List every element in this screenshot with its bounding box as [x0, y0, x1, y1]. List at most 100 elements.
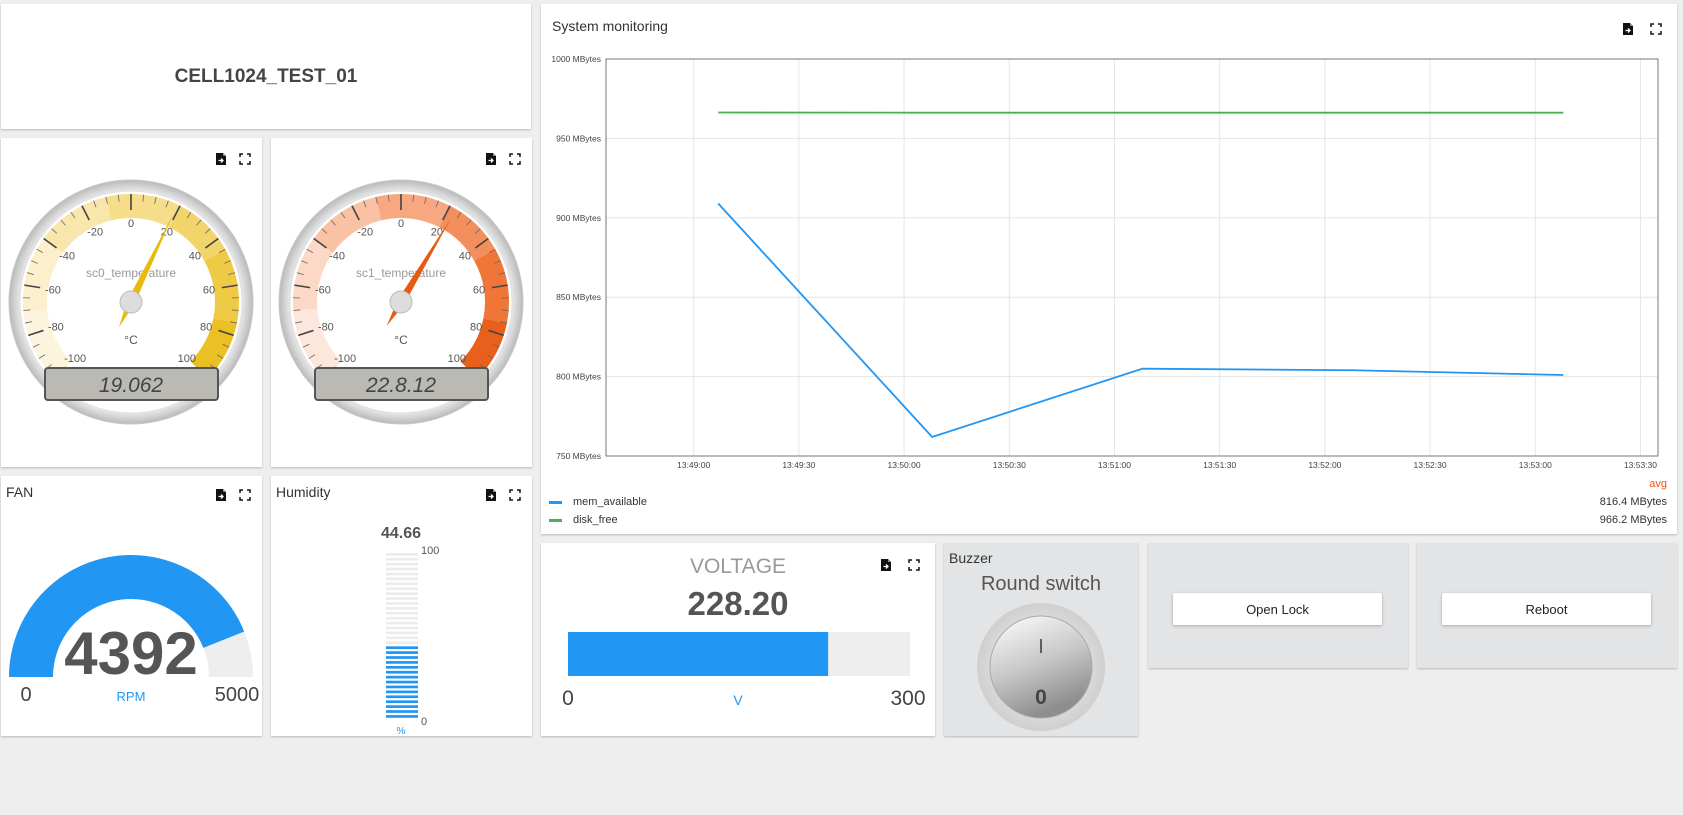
temperature-gauge: -100-80-60-40-20020406080100sc0_temperat… [8, 179, 254, 425]
humidity-segment [386, 665, 418, 669]
voltage-title: VOLTAGE [690, 555, 786, 578]
chart-plot-border [605, 58, 1659, 457]
humidity-segment [386, 572, 418, 576]
legend-swatch [549, 501, 562, 504]
open-lock-button[interactable]: Open Lock [1173, 593, 1382, 625]
humidity-segment [386, 582, 418, 586]
gauge-tick-label: -60 [315, 285, 331, 297]
humidity-segment [386, 626, 418, 630]
x-tick-label: 13:52:00 [1308, 460, 1341, 470]
legend-avg: 816.4 MBytes [1599, 496, 1667, 508]
gauge-minor-tick [231, 309, 239, 311]
legend-item-disk-free[interactable]: disk_free 966.2 MBytes [549, 512, 1667, 530]
x-tick-label: 13:51:30 [1203, 460, 1236, 470]
x-tick-label: 13:52:30 [1414, 460, 1447, 470]
fan-gauge: 4392 0 5000 RPM [9, 555, 259, 706]
humidity-segment [386, 636, 418, 640]
reboot-button[interactable]: Reboot [1442, 593, 1651, 625]
switch-on-mark: I [1038, 636, 1044, 658]
humidity-segment [386, 680, 418, 684]
gauge-unit: °C [124, 333, 138, 347]
humidity-segment [386, 611, 418, 615]
x-tick-label: 13:50:30 [993, 460, 1026, 470]
humidity-unit: % [397, 726, 406, 736]
humidity-segment [386, 592, 418, 595]
humidity-card: Humidity 44.66 100 0 % [271, 476, 532, 736]
legend-item-mem-available[interactable]: mem_available 816.4 MBytes [549, 494, 1667, 512]
fan-value: 4392 [64, 620, 197, 687]
gauge-tick-label: 80 [470, 321, 482, 333]
voltage-card: VOLTAGE 228.20 0 300 V [541, 543, 935, 736]
gauge-tick-label: 0 [398, 218, 404, 230]
humidity-max: 100 [421, 545, 439, 557]
reboot-card: Reboot [1417, 543, 1677, 668]
gauge-label: sc0_temperature [86, 266, 176, 280]
y-tick-label: 1000 MBytes [551, 54, 601, 64]
humidity-segment [386, 553, 418, 556]
humidity-segment [386, 641, 418, 645]
voltage-value: 228.20 [688, 585, 789, 622]
humidity-segment [386, 700, 418, 704]
gauge-unit: °C [394, 333, 408, 347]
humidity-segment [386, 656, 418, 659]
y-tick-label: 850 MBytes [556, 292, 601, 302]
fan-card: FAN 4392 0 5000 RPM [1, 476, 262, 736]
humidity-segment [386, 690, 418, 694]
humidity-segment [386, 710, 418, 713]
gauge-tick-label: 40 [189, 251, 201, 263]
avg-header: avg [1649, 478, 1667, 490]
legend-label: mem_available [573, 496, 647, 508]
x-tick-label: 13:53:30 [1624, 460, 1657, 470]
buzzer-card: Buzzer Round switch I 0 [944, 543, 1138, 736]
dashboard-title: CELL1024_TEST_01 [174, 66, 358, 87]
x-tick-label: 13:53:00 [1519, 460, 1552, 470]
y-tick-label: 800 MBytes [556, 372, 601, 382]
gauge-card-sc1: -100 -80 -60 -40 -20 0 20 40 60 80 100 sc1_temperat… [271, 138, 532, 467]
voltage-bar-fill [568, 632, 829, 676]
humidity-segment [386, 646, 418, 650]
humidity-segment [386, 567, 418, 571]
humidity-value: 44.66 [381, 525, 421, 542]
gauge-tick-label: -20 [357, 227, 373, 239]
gauge-tick-label: -100 [64, 353, 86, 365]
humidity-segment [386, 675, 418, 679]
gauge-tick-label: -40 [59, 251, 75, 263]
x-tick-label: 13:49:00 [677, 460, 710, 470]
humidity-segment [386, 631, 418, 635]
humidity-segment [386, 705, 418, 708]
gauge-tick-label: -60 [45, 285, 61, 297]
y-tick-label: 750 MBytes [556, 451, 601, 461]
legend-swatch [549, 519, 562, 522]
gauge-tick-label: 100 [448, 353, 466, 365]
x-tick-label: 13:50:00 [888, 460, 921, 470]
humidity-segment [386, 587, 418, 591]
gauge-hub [119, 290, 143, 314]
fan-unit: RPM [117, 689, 146, 704]
gauge-minor-tick [23, 309, 31, 311]
gauge-tick-label: 60 [203, 285, 215, 297]
humidity-segment [386, 685, 418, 689]
temperature-gauge: -100 -80 -60 -40 -20 0 20 40 60 80 100 sc1_temperat… [278, 179, 524, 425]
legend-avg: 966.2 MBytes [1599, 514, 1667, 526]
switch-off-mark: 0 [1035, 686, 1047, 709]
humidity-segment [386, 670, 418, 674]
gauge-tick-label: 0 [128, 218, 134, 230]
humidity-segment [386, 715, 418, 718]
humidity-segment [386, 562, 418, 566]
voltage-bar-gauge: VOLTAGE 228.20 0 300 V [562, 555, 925, 710]
gauge-tick-label: 40 [459, 251, 471, 263]
humidity-segment [386, 607, 418, 610]
gauge-tick-label: 20 [431, 227, 443, 239]
title-card: CELL1024_TEST_01 [1, 4, 531, 129]
system-line-chart: 1000 MBytes 950 MBytes 900 MBytes 850 MByte… [551, 54, 1659, 470]
gauge-card-sc0: -100 -80 -60 -40 -20 0 20 40 60 80 100 sc0_temperat… [1, 138, 262, 467]
humidity-segment [386, 557, 418, 561]
round-switch[interactable]: I 0 [944, 543, 1138, 736]
gauge-tick-label: 80 [200, 321, 212, 333]
gauge-tick-label: -40 [329, 251, 345, 263]
y-tick-label: 900 MBytes [556, 213, 601, 223]
gauge-hub [389, 290, 413, 314]
humidity-segment [386, 695, 418, 699]
gauge-tick-label: -80 [318, 321, 334, 333]
humidity-segments [386, 553, 418, 718]
